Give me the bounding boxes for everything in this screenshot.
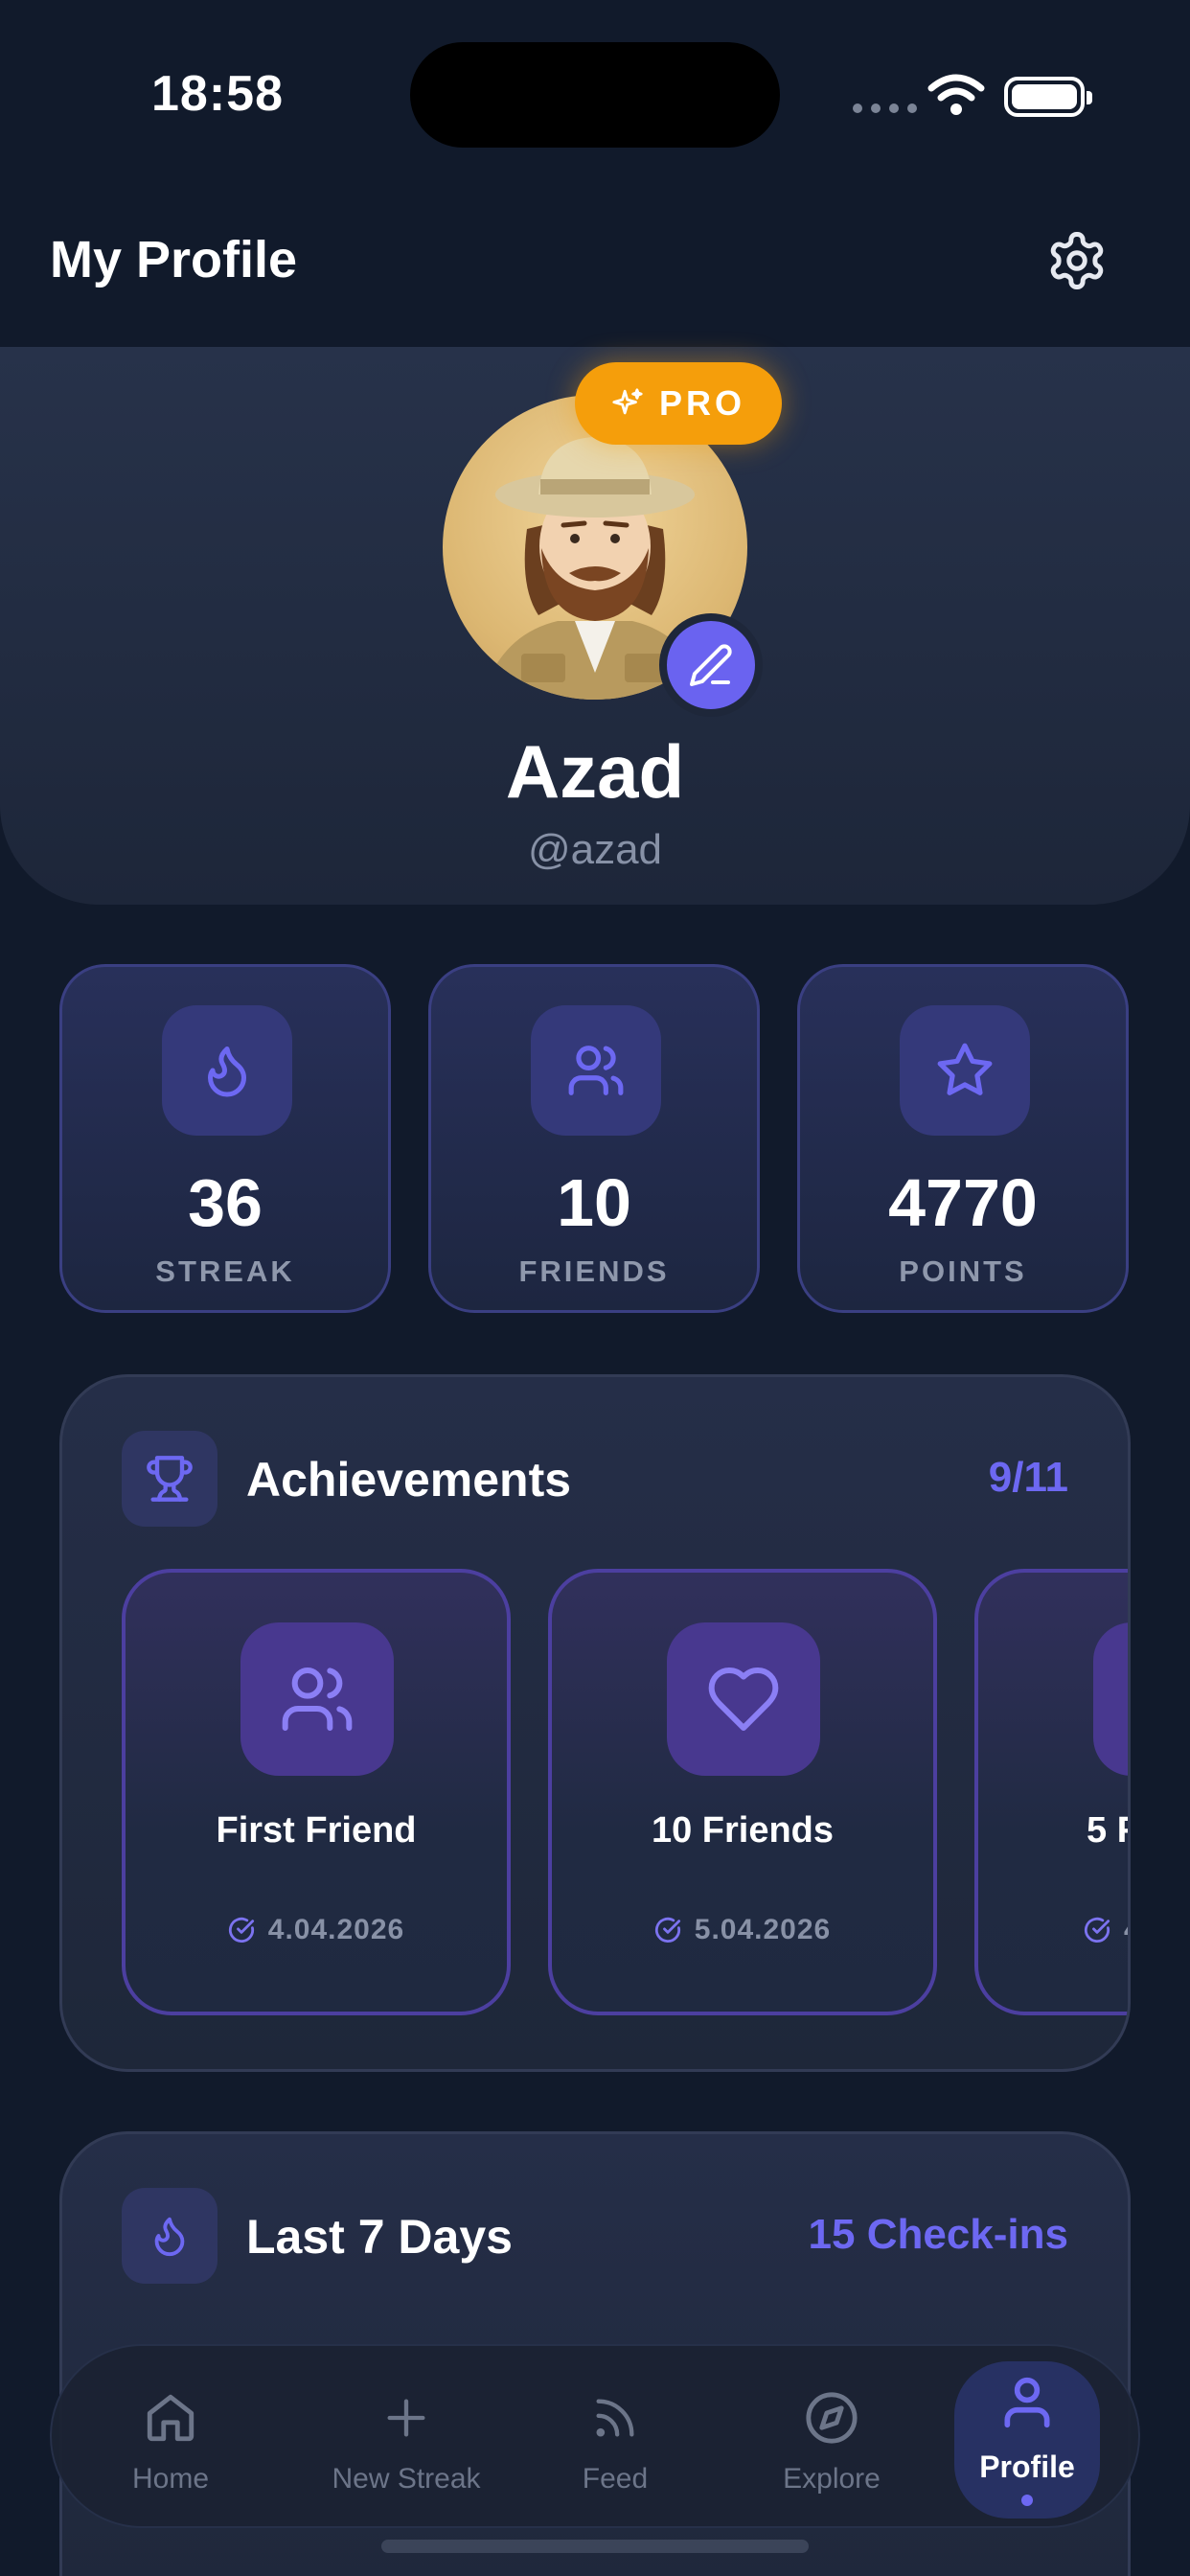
- tab-bar: Home New Streak Feed Explore Profile: [50, 2344, 1140, 2528]
- pro-badge-label: PRO: [658, 383, 745, 423]
- dynamic-island: [410, 42, 780, 148]
- star-icon: [937, 1043, 993, 1095]
- edit-avatar-button[interactable]: [659, 613, 763, 717]
- friends-icon: [282, 1668, 353, 1731]
- flame-icon: [154, 2217, 185, 2257]
- profile-handle: @azad: [527, 826, 663, 873]
- check-circle-icon: [1084, 1917, 1110, 1943]
- heart-icon: [708, 1668, 779, 1731]
- achievements-card: Achievements 9/11 First Friend 4.04.2026…: [59, 1374, 1131, 2072]
- section-icon-bg: [122, 2188, 217, 2284]
- stat-value: 36: [188, 1165, 263, 1240]
- stat-label: FRIENDS: [518, 1254, 670, 1288]
- achievement-icon-bg: [667, 1622, 820, 1776]
- tab-label: Explore: [783, 2463, 881, 2495]
- stat-label: POINTS: [899, 1254, 1027, 1288]
- battery-icon: [1004, 77, 1092, 117]
- stat-value: 10: [557, 1165, 631, 1240]
- home-icon: [147, 2394, 195, 2442]
- tab-home[interactable]: Home: [94, 2346, 247, 2530]
- stat-icon-bg: [531, 1005, 661, 1136]
- settings-button[interactable]: [1041, 224, 1113, 297]
- tab-profile[interactable]: Profile: [954, 2346, 1100, 2530]
- tab-label: Feed: [582, 2463, 649, 2495]
- tab-explore[interactable]: Explore: [745, 2346, 918, 2530]
- check-circle-icon: [228, 1917, 254, 1943]
- achievements-title: Achievements: [246, 1453, 572, 1506]
- achievement-date-text: 4.04.2026: [267, 1914, 405, 1945]
- user-icon: [1004, 2377, 1050, 2428]
- achievement-date: 5.04.2026: [552, 1914, 933, 1946]
- page-title: My Profile: [50, 231, 298, 288]
- rss-icon: [596, 2399, 634, 2437]
- plus-icon: [387, 2399, 425, 2437]
- status-time: 18:58: [151, 66, 284, 122]
- achievement-date-text: 4: [1124, 1914, 1128, 1946]
- last-7-days-title: Last 7 Days: [246, 2210, 513, 2264]
- stat-value: 4770: [888, 1165, 1038, 1240]
- achievement-item[interactable]: 5 F 4: [974, 1569, 1128, 2015]
- tab-new-streak[interactable]: New Streak: [291, 2346, 521, 2530]
- home-indicator: [381, 2540, 809, 2553]
- tab-label: Home: [131, 2463, 210, 2495]
- stat-card-streak[interactable]: 36 STREAK: [59, 964, 391, 1313]
- cellular-signal-icon: [853, 104, 917, 113]
- stat-icon-bg: [900, 1005, 1030, 1136]
- active-tab-dot: [1021, 2495, 1033, 2506]
- flame-icon: [208, 1046, 246, 1097]
- wifi-icon: [927, 74, 985, 115]
- profile-name: Azad: [505, 729, 685, 814]
- tab-feed[interactable]: Feed: [538, 2346, 692, 2530]
- pencil-icon: [690, 644, 732, 686]
- friends-icon: [568, 1046, 624, 1095]
- compass-icon: [806, 2392, 858, 2444]
- tab-label: Profile: [979, 2450, 1075, 2484]
- achievement-title: First Friend: [216, 1810, 417, 1851]
- sparkles-icon: [612, 388, 643, 415]
- pro-badge: PRO: [575, 362, 782, 445]
- achievements-count[interactable]: 9/11: [989, 1454, 1068, 1502]
- checkins-count[interactable]: 15 Check-ins: [809, 2211, 1068, 2259]
- achievement-date: 4: [978, 1914, 1128, 1946]
- achievement-icon-bg: [1093, 1622, 1128, 1776]
- achievement-item[interactable]: 10 Friends 5.04.2026: [548, 1569, 937, 2015]
- section-icon-bg: [122, 1431, 217, 1527]
- stat-card-points[interactable]: 4770 POINTS: [797, 964, 1129, 1313]
- stat-icon-bg: [162, 1005, 292, 1136]
- achievement-title: 10 Friends: [651, 1810, 835, 1851]
- achievement-icon-bg: [240, 1622, 394, 1776]
- tab-label: New Streak: [332, 2463, 481, 2495]
- stat-card-friends[interactable]: 10 FRIENDS: [428, 964, 760, 1313]
- achievement-title: 5 F: [1087, 1810, 1128, 1851]
- stat-label: STREAK: [155, 1254, 295, 1288]
- check-circle-icon: [654, 1917, 680, 1943]
- achievement-item[interactable]: First Friend 4.04.2026: [122, 1569, 511, 2015]
- achievement-date: 4.04.2026: [126, 1914, 507, 1946]
- trophy-icon: [147, 1456, 193, 1502]
- gear-icon: [1050, 232, 1104, 289]
- achievement-date-text: 5.04.2026: [694, 1914, 832, 1945]
